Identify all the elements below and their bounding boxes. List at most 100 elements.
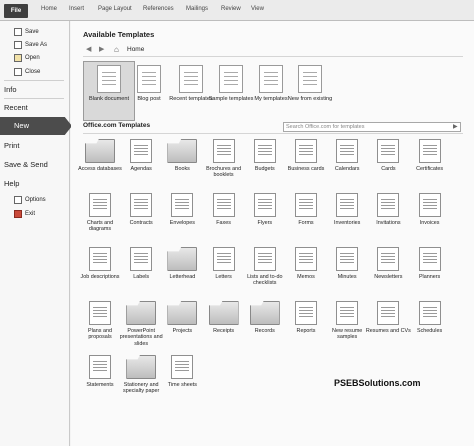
template-category[interactable]: Faxes — [201, 193, 247, 226]
template-doc-icon — [295, 193, 317, 217]
blank-document-icon — [97, 65, 121, 93]
template-category[interactable]: Time sheets — [159, 355, 205, 388]
template-category[interactable]: Records — [242, 301, 288, 334]
template-new-from-existing[interactable]: New from existing — [284, 65, 336, 103]
forward-arrow-icon[interactable]: ▶ — [99, 45, 104, 53]
template-category[interactable]: Envelopes — [159, 193, 205, 226]
nav-info[interactable]: Info — [4, 85, 17, 94]
tab-review[interactable]: Review — [221, 6, 241, 12]
nav-save-as[interactable]: Save As — [14, 39, 47, 51]
template-doc-icon — [418, 301, 441, 325]
template-folder-icon — [167, 301, 198, 325]
recent-clock-icon — [179, 65, 203, 93]
template-category[interactable]: Projects — [159, 301, 205, 334]
template-category[interactable]: Agendas — [118, 139, 164, 172]
tab-view[interactable]: View — [251, 6, 264, 12]
template-category[interactable]: Receipts — [201, 301, 247, 334]
template-category[interactable]: Invitations — [365, 193, 411, 226]
nav-divider — [4, 80, 64, 81]
template-category-label: Time sheets — [167, 382, 197, 388]
template-doc-icon — [130, 247, 153, 271]
template-category-label: Receipts — [213, 328, 235, 334]
template-folder-icon — [208, 301, 239, 325]
template-category[interactable]: Job descriptions — [77, 247, 123, 280]
template-doc-icon — [295, 139, 317, 163]
template-category[interactable]: Forms — [283, 193, 329, 226]
template-doc-icon — [377, 193, 400, 217]
back-arrow-icon[interactable]: ◀ — [86, 45, 91, 53]
template-category[interactable]: Schedules — [407, 301, 453, 334]
template-category-label: Letters — [215, 274, 232, 280]
tab-file[interactable]: File — [4, 4, 28, 18]
template-folder-icon — [85, 139, 115, 163]
template-doc-icon — [130, 139, 153, 163]
template-category[interactable]: Plans and proposals — [77, 301, 123, 341]
template-category[interactable]: Resumes and CVs — [365, 301, 411, 334]
home-icon[interactable]: ⌂ — [114, 45, 119, 54]
template-category[interactable]: Statements — [77, 355, 123, 388]
template-category[interactable]: Stationery and specialty paper — [118, 355, 164, 395]
template-category[interactable]: Certificates — [407, 139, 453, 172]
template-category[interactable]: Planners — [407, 247, 453, 280]
nav-exit[interactable]: Exit — [14, 208, 35, 220]
template-category[interactable]: Cards — [365, 139, 411, 172]
template-doc-icon — [418, 247, 441, 271]
template-category[interactable]: Minutes — [324, 247, 370, 280]
nav-save-send[interactable]: Save & Send — [4, 160, 48, 169]
template-doc-icon — [89, 301, 111, 325]
template-category-label: Schedules — [417, 328, 443, 334]
template-category-label: Planners — [418, 274, 441, 280]
page-title: Available Templates — [83, 30, 155, 39]
template-category[interactable]: Lists and to-do checklists — [242, 247, 288, 287]
template-category[interactable]: Budgets — [242, 139, 288, 172]
template-category[interactable]: Memos — [283, 247, 329, 280]
template-category[interactable]: Reports — [283, 301, 329, 334]
template-category[interactable]: Brochures and booklets — [201, 139, 247, 179]
nav-close[interactable]: Close — [14, 66, 40, 78]
nav-options[interactable]: Options — [14, 194, 46, 206]
template-category[interactable]: Flyers — [242, 193, 288, 226]
tab-references[interactable]: References — [143, 6, 174, 12]
nav-save-as-label: Save As — [25, 42, 48, 48]
template-doc-icon — [171, 193, 194, 217]
template-category[interactable]: Charts and diagrams — [77, 193, 123, 233]
template-doc-icon — [89, 247, 111, 271]
template-category-label: Minutes — [337, 274, 357, 280]
template-category-label: Envelopes — [169, 220, 195, 226]
template-folder-icon — [167, 139, 198, 163]
template-category[interactable]: Contracts — [118, 193, 164, 226]
template-category[interactable]: Invoices — [407, 193, 453, 226]
template-category[interactable]: New resume samples — [324, 301, 370, 341]
template-search-input[interactable]: Search Office.com for templates — [283, 122, 461, 132]
nav-close-label: Close — [25, 69, 41, 75]
template-category[interactable]: Letterhead — [159, 247, 205, 280]
nav-recent[interactable]: Recent — [4, 103, 28, 112]
nav-help[interactable]: Help — [4, 179, 19, 188]
template-category[interactable]: Newsletters — [365, 247, 411, 280]
tab-mailings[interactable]: Mailings — [186, 6, 208, 12]
nav-new[interactable]: New — [0, 117, 72, 135]
search-arrow-icon[interactable]: ▶ — [453, 123, 458, 130]
template-category[interactable]: Labels — [118, 247, 164, 280]
template-category-label: Letterhead — [169, 274, 196, 280]
ribbon-tab-bar: File Home Insert Page Layout References … — [0, 0, 474, 21]
tab-home[interactable]: Home — [41, 6, 57, 12]
breadcrumb-home[interactable]: Home — [127, 46, 144, 53]
template-category-label: Forms — [298, 220, 314, 226]
template-folder-icon — [249, 301, 280, 325]
template-category[interactable]: Calendars — [324, 139, 370, 172]
template-category[interactable]: Access databases — [77, 139, 123, 172]
tab-insert[interactable]: Insert — [69, 6, 84, 12]
template-category[interactable]: Inventories — [324, 193, 370, 226]
template-doc-icon — [212, 139, 235, 163]
template-category[interactable]: Letters — [201, 247, 247, 280]
template-category[interactable]: Books — [159, 139, 205, 172]
template-doc-icon — [336, 301, 359, 325]
nav-open[interactable]: Open — [14, 52, 40, 64]
tab-page-layout[interactable]: Page Layout — [98, 6, 132, 12]
nav-save[interactable]: Save — [14, 26, 39, 38]
template-doc-icon — [212, 193, 235, 217]
template-category[interactable]: PowerPoint presentations and slides — [118, 301, 164, 347]
template-category[interactable]: Business cards — [283, 139, 329, 172]
nav-print[interactable]: Print — [4, 141, 19, 150]
